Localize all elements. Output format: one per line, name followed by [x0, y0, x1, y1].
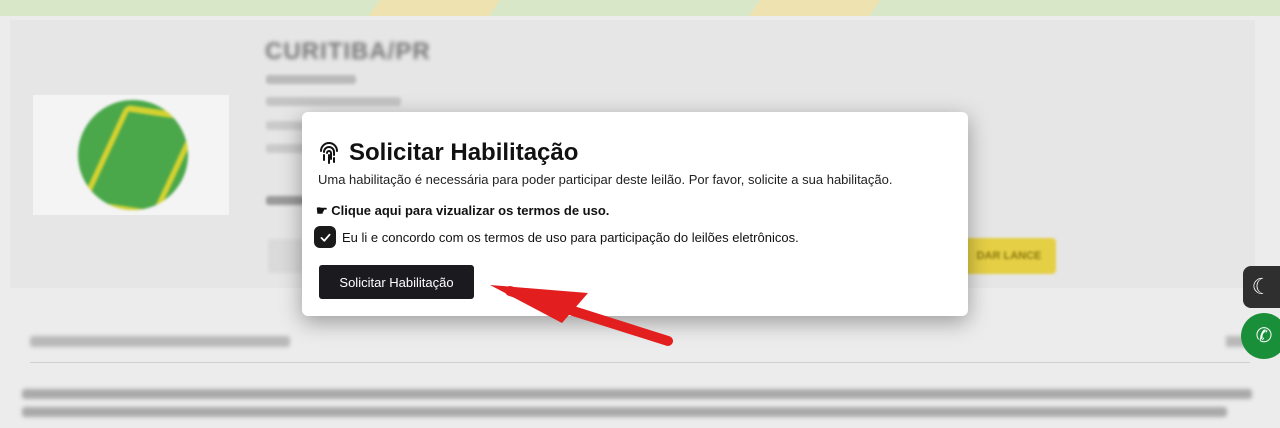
- fingerprint-icon: [320, 142, 338, 164]
- request-habilitation-button[interactable]: Solicitar Habilitação: [319, 265, 474, 299]
- important-info-heading: [30, 336, 290, 347]
- auction-status-line: [266, 196, 306, 205]
- modal-description: Uma habilitação é necessária para poder …: [318, 172, 893, 187]
- auction-subtitle-line: [266, 75, 356, 84]
- modal-title-text: Solicitar Habilitação: [349, 139, 579, 166]
- red-arrow-annotation: [490, 285, 673, 346]
- view-terms-link-text: Clique aqui para vizualizar os termos de…: [331, 203, 610, 218]
- auction-meta-line: [266, 97, 401, 106]
- moon-icon[interactable]: ☾: [1243, 266, 1280, 308]
- terms-checkbox[interactable]: [316, 228, 334, 246]
- bid-button[interactable]: DAR LANCE: [962, 238, 1056, 274]
- divider: [30, 362, 1250, 363]
- info-text-line: [22, 389, 1252, 399]
- info-text-line: [22, 407, 1227, 417]
- terms-checkbox-label: Eu li e concordo com os termos de uso pa…: [342, 229, 799, 245]
- auction-city: CURITIBA/PR: [265, 38, 431, 65]
- top-banner: [0, 0, 1280, 16]
- auctioneer-logo: [78, 100, 188, 210]
- whatsapp-icon[interactable]: ✆: [1241, 313, 1280, 359]
- auction-location-line: [266, 144, 306, 153]
- auction-date-line: [266, 121, 306, 130]
- terms-agreement-row: Eu li e concordo com os termos de uso pa…: [316, 228, 799, 246]
- modal-title: Solicitar Habilitação: [317, 139, 578, 167]
- checkmark-icon: [320, 233, 330, 242]
- view-terms-link[interactable]: ☛ Clique aqui para vizualizar os termos …: [316, 203, 609, 219]
- hand-pointer-icon: ☛: [316, 203, 328, 218]
